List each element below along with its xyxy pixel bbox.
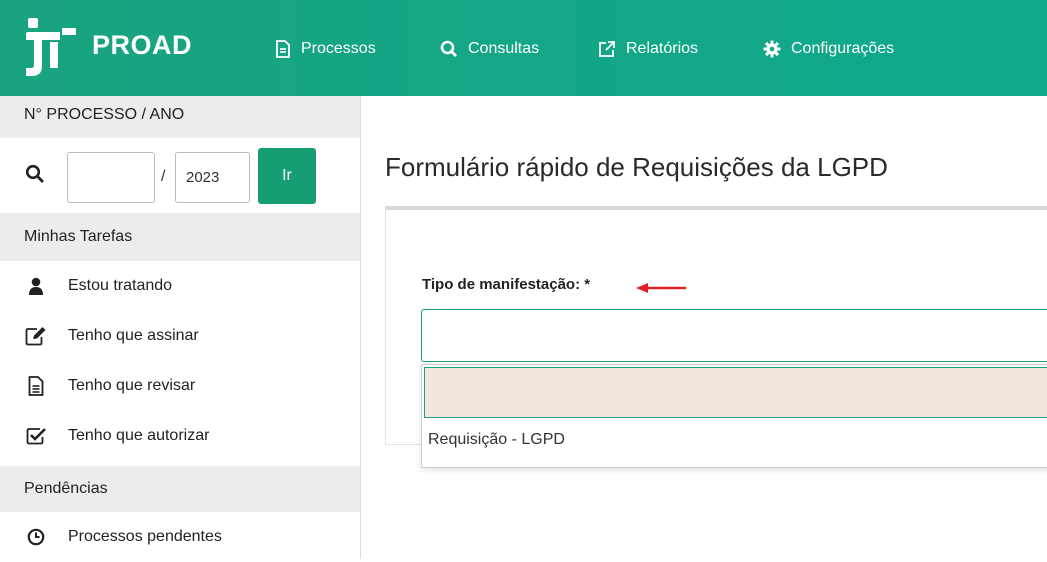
tipo-manifestacao-dropdown: Requisição - LGPD xyxy=(421,364,1047,468)
process-number-input[interactable] xyxy=(67,152,155,203)
search-icon xyxy=(440,40,457,57)
file-text-icon xyxy=(276,40,290,58)
nav-consultas[interactable]: Consultas xyxy=(440,40,539,58)
sidebar-item-tenho-que-assinar[interactable]: Tenho que assinar xyxy=(0,311,360,361)
sidebar-item-label: Estou tratando xyxy=(68,277,173,294)
logo-icon xyxy=(26,18,76,76)
my-tasks-header: Minhas Tarefas xyxy=(0,213,360,261)
annotation-arrow-icon xyxy=(636,283,686,293)
process-search-header: N° PROCESSO / ANO xyxy=(0,96,360,138)
nav-configuracoes[interactable]: Configurações xyxy=(763,40,894,58)
sidebar-item-label: Tenho que revisar xyxy=(68,377,196,394)
top-navbar: PROAD Processos Consultas Relatórios Con… xyxy=(0,0,1047,96)
sidebar-item-tenho-que-autorizar[interactable]: Tenho que autorizar xyxy=(0,411,360,461)
sidebar-item-label: Processos pendentes xyxy=(68,528,222,545)
sidebar: N° PROCESSO / ANO / Ir Minhas Tarefas Es… xyxy=(0,96,361,559)
sidebar-item-label: Tenho que autorizar xyxy=(68,427,210,444)
page-title: Formulário rápido de Requisições da LGPD xyxy=(385,152,888,182)
nav-configuracoes-label: Configurações xyxy=(791,40,895,57)
process-year-input[interactable] xyxy=(175,152,250,203)
sidebar-item-estou-tratando[interactable]: Estou tratando xyxy=(0,261,360,311)
nav-relatorios[interactable]: Relatórios xyxy=(598,40,698,58)
sidebar-item-label: Tenho que assinar xyxy=(68,327,199,344)
dropdown-option-requisicao-lgpd[interactable]: Requisição - LGPD xyxy=(428,431,565,449)
file-text-icon xyxy=(28,376,44,396)
nav-processos-label: Processos xyxy=(301,40,376,57)
search-icon xyxy=(25,164,44,183)
gear-icon xyxy=(763,40,781,58)
check-square-icon xyxy=(26,428,46,445)
dropdown-option-blank[interactable] xyxy=(424,367,1047,418)
brand-name: PROAD xyxy=(92,30,193,60)
clock-icon xyxy=(27,528,45,546)
sidebar-item-tenho-que-revisar[interactable]: Tenho que revisar xyxy=(0,361,360,411)
go-button[interactable]: Ir xyxy=(258,148,316,204)
nav-relatorios-label: Relatórios xyxy=(626,40,699,57)
field-label-tipo-manifestacao: Tipo de manifestação: * xyxy=(422,276,591,293)
sidebar-item-processos-pendentes[interactable]: Processos pendentes xyxy=(0,512,360,562)
nav-processos[interactable]: Processos xyxy=(275,40,376,58)
edit-icon xyxy=(25,327,46,346)
separator-slash: / xyxy=(161,168,166,185)
tipo-manifestacao-select[interactable] xyxy=(421,309,1047,362)
nav-consultas-label: Consultas xyxy=(468,40,540,57)
process-search-row: / Ir xyxy=(0,138,360,213)
pending-header: Pendências xyxy=(0,466,360,512)
external-link-icon xyxy=(599,41,615,57)
user-icon xyxy=(29,277,43,295)
